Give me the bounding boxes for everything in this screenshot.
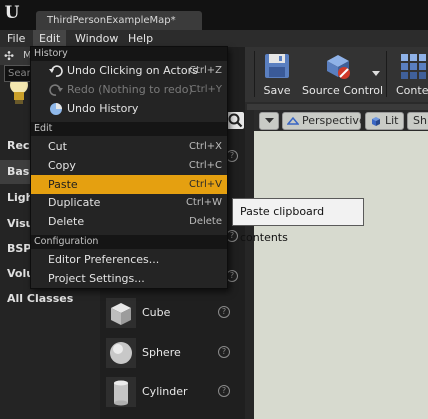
toolbar-separator	[254, 51, 255, 97]
menu-item-cut[interactable]: Cut Ctrl+X	[31, 137, 227, 156]
menu-item-delete[interactable]: Delete Delete	[31, 212, 227, 231]
perspective-icon	[287, 116, 299, 125]
menu-item-paste[interactable]: Paste Ctrl+V	[31, 175, 227, 194]
content-browser-icon	[401, 54, 426, 79]
sphere-icon	[106, 338, 136, 368]
menu-item-label: Redo (Nothing to redo)	[67, 83, 193, 96]
placement-item-sphere[interactable]: Sphere ?	[104, 335, 239, 371]
save-button[interactable]: Save	[259, 47, 295, 102]
placement-item-label: Cube	[142, 306, 171, 319]
content-button-label: Conten	[396, 84, 428, 97]
shortcut-text: Ctrl+C	[188, 160, 222, 171]
shortcut-text: Ctrl+Z	[188, 65, 222, 76]
edit-menu: History Undo Clicking on Actors Ctrl+Z R…	[30, 46, 228, 289]
source-control-icon	[327, 55, 350, 79]
save-button-label: Save	[263, 84, 291, 97]
lit-cube-icon	[372, 117, 380, 126]
menu-item-label: Duplicate	[48, 196, 101, 209]
menu-item-undo-history[interactable]: Undo History	[31, 99, 227, 118]
menu-bar: File Edit Window Help	[0, 30, 428, 47]
section-header-edit: Edit	[31, 122, 227, 136]
chevron-down-icon	[372, 71, 380, 76]
title-bar: U ThirdPersonExampleMap*	[0, 0, 428, 30]
viewport-options-button[interactable]	[259, 112, 279, 130]
menu-item-undo[interactable]: Undo Clicking on Actors Ctrl+Z	[31, 61, 227, 80]
menu-item-label: Delete	[48, 215, 85, 228]
placement-item-label: Cylinder	[142, 385, 188, 398]
help-icon[interactable]: ?	[218, 346, 230, 358]
menu-window[interactable]: Window	[69, 30, 124, 47]
section-header-history: History	[31, 47, 227, 61]
help-icon[interactable]: ?	[218, 385, 230, 397]
placement-item-label: Sphere	[142, 346, 181, 359]
level-tab[interactable]: ThirdPersonExampleMap*	[36, 11, 202, 30]
undo-icon	[49, 65, 63, 77]
help-icon[interactable]: ?	[218, 306, 230, 318]
menu-item-project-settings[interactable]: Project Settings...	[31, 269, 227, 288]
shortcut-text: Ctrl+W	[185, 197, 222, 208]
redo-icon	[49, 84, 63, 96]
lit-button[interactable]: Lit	[365, 112, 404, 130]
content-button[interactable]: Conten	[393, 47, 428, 102]
viewport-tab-strip	[247, 104, 428, 110]
source-control-dropdown[interactable]	[371, 47, 381, 102]
menu-item-copy[interactable]: Copy Ctrl+C	[31, 156, 227, 175]
history-icon	[50, 103, 62, 115]
show-button[interactable]: Sh	[407, 112, 428, 130]
menu-item-label: Editor Preferences...	[48, 253, 160, 266]
level-viewport[interactable]	[254, 131, 428, 419]
menu-item-label: Cut	[48, 140, 67, 153]
menu-item-label: Undo Clicking on Actors	[67, 64, 198, 77]
placement-item-cube[interactable]: Cube ?	[104, 295, 239, 331]
cube-icon	[106, 298, 136, 328]
placement-item-cylinder[interactable]: Cylinder ?	[104, 374, 239, 410]
save-icon	[265, 54, 289, 78]
search-icon[interactable]	[227, 112, 244, 129]
show-label: Sh	[413, 114, 427, 127]
category-all-classes[interactable]: All Classes	[0, 287, 100, 311]
source-control-button[interactable]: Source Control	[302, 47, 384, 102]
viewport-border	[245, 110, 254, 419]
menu-item-label: Paste	[48, 178, 78, 191]
shortcut-text: Ctrl+Y	[189, 84, 222, 95]
menu-item-label: Undo History	[67, 102, 139, 115]
shortcut-text: Ctrl+X	[188, 141, 222, 152]
source-control-label: Source Control	[302, 84, 384, 97]
cylinder-icon	[106, 377, 136, 407]
shortcut-text: Ctrl+V	[188, 179, 222, 190]
chevron-down-icon	[265, 118, 274, 123]
section-header-configuration: Configuration	[31, 235, 227, 249]
modes-icon: ✣	[4, 49, 15, 63]
menu-item-duplicate[interactable]: Duplicate Ctrl+W	[31, 193, 227, 212]
menu-edit[interactable]: Edit	[33, 30, 67, 47]
menu-item-redo[interactable]: Redo (Nothing to redo) Ctrl+Y	[31, 80, 227, 99]
perspective-button[interactable]: Perspective	[282, 112, 366, 130]
menu-file[interactable]: File	[1, 30, 31, 47]
menu-help[interactable]: Help	[122, 30, 159, 47]
perspective-label: Perspective	[302, 114, 366, 127]
paste-tooltip: Paste clipboard contents	[232, 198, 364, 244]
menu-item-editor-preferences[interactable]: Editor Preferences...	[31, 250, 227, 269]
shortcut-text: Delete	[189, 216, 222, 227]
lit-label: Lit	[385, 114, 399, 127]
unreal-logo-icon: U	[4, 3, 20, 23]
menu-item-label: Copy	[48, 159, 76, 172]
toolbar-separator	[386, 51, 387, 97]
menu-item-label: Project Settings...	[48, 272, 145, 285]
main-toolbar: Save Source Control Conten	[245, 47, 428, 102]
